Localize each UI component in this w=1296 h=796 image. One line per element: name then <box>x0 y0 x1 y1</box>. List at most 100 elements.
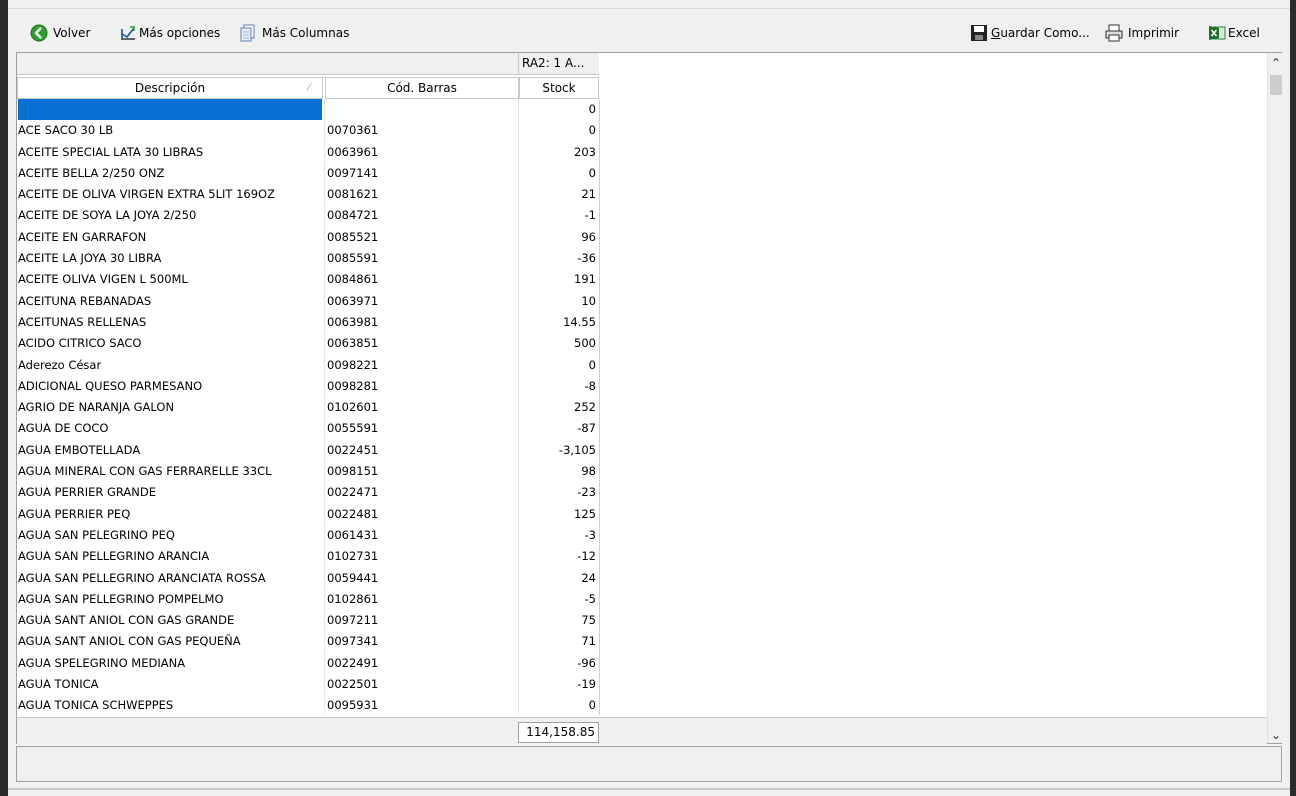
cell-cod-barras[interactable]: 0063851 <box>327 333 517 354</box>
table-row[interactable]: AGUA TONICA SCHWEPPES 0095931 0 <box>17 695 599 716</box>
cell-cod-barras[interactable]: 0055591 <box>327 418 517 439</box>
table-row[interactable]: AGUA SAN PELLEGRINO POMPELMO 0102861 -5 <box>17 589 599 610</box>
cell-cod-barras[interactable]: 0098281 <box>327 376 517 397</box>
cell-stock[interactable]: 0 <box>522 695 598 716</box>
table-row[interactable]: AGUA MINERAL CON GAS FERRARELLE 33CL 0098… <box>17 461 599 482</box>
table-row[interactable]: ACEITUNAS RELLENAS 0063981 14.55 <box>17 312 599 333</box>
cell-descripcion[interactable]: ADICIONAL QUESO PARMESANO <box>18 376 322 397</box>
table-row[interactable]: ACE SACO 30 LB 0070361 0 <box>17 120 599 141</box>
cell-descripcion[interactable]: AGUA SAN PELLEGRINO ARANCIA <box>18 546 322 567</box>
table-row[interactable]: AGUA SANT ANIOL CON GAS GRANDE 0097211 75 <box>17 610 599 631</box>
cell-cod-barras[interactable] <box>327 99 517 120</box>
cell-descripcion[interactable]: AGUA MINERAL CON GAS FERRARELLE 33CL <box>18 461 322 482</box>
cell-descripcion[interactable]: AGUA PERRIER PEQ <box>18 504 322 525</box>
cell-stock[interactable]: 10 <box>522 291 598 312</box>
cell-cod-barras[interactable]: 0022491 <box>327 653 517 674</box>
cell-descripcion[interactable]: AGUA SPELEGRINO MEDIANA <box>18 653 322 674</box>
cell-cod-barras[interactable]: 0059441 <box>327 568 517 589</box>
column-header-descripcion[interactable]: Descripción ⁄ <box>17 77 323 99</box>
cell-stock[interactable]: 24 <box>522 568 598 589</box>
cell-stock[interactable]: 252 <box>522 397 598 418</box>
volver-button[interactable]: Volver <box>30 22 90 44</box>
cell-descripcion[interactable]: ACIDO CITRICO SACO <box>18 333 322 354</box>
scroll-thumb[interactable] <box>1270 75 1282 95</box>
cell-cod-barras[interactable]: 0022471 <box>327 482 517 503</box>
cell-descripcion[interactable]: AGUA TONICA <box>18 674 322 695</box>
cell-cod-barras[interactable]: 0098151 <box>327 461 517 482</box>
cell-cod-barras[interactable]: 0063971 <box>327 291 517 312</box>
cell-stock[interactable]: -1 <box>522 205 598 226</box>
group-header-ra2[interactable]: RA2: 1 A... <box>518 53 599 75</box>
cell-cod-barras[interactable]: 0063961 <box>327 142 517 163</box>
table-row[interactable]: AGUA SAN PELLEGRINO ARANCIATA ROSSA 00594… <box>17 568 599 589</box>
cell-descripcion[interactable]: ACEITE BELLA 2/250 ONZ <box>18 163 322 184</box>
cell-descripcion[interactable]: AGUA DE COCO <box>18 418 322 439</box>
table-row[interactable]: AGUA SPELEGRINO MEDIANA 0022491 -96 <box>17 653 599 674</box>
table-row[interactable]: AGUA SAN PELEGRINO PEQ 0061431 -3 <box>17 525 599 546</box>
cell-stock[interactable]: 203 <box>522 142 598 163</box>
cell-descripcion[interactable]: AGUA PERRIER GRANDE <box>18 482 322 503</box>
table-row[interactable]: ACEITUNA REBANADAS 0063971 10 <box>17 291 599 312</box>
scroll-up-icon[interactable]: ⌃ <box>1268 55 1284 71</box>
cell-cod-barras[interactable]: 0022481 <box>327 504 517 525</box>
cell-cod-barras[interactable]: 0070361 <box>327 120 517 141</box>
table-row[interactable]: ADICIONAL QUESO PARMESANO 0098281 -8 <box>17 376 599 397</box>
table-row[interactable]: AGUA EMBOTELLADA 0022451 -3,105 <box>17 440 599 461</box>
cell-cod-barras[interactable]: 0097211 <box>327 610 517 631</box>
cell-cod-barras[interactable]: 0095931 <box>327 695 517 716</box>
cell-descripcion[interactable]: AGUA SANT ANIOL CON GAS GRANDE <box>18 610 322 631</box>
scroll-down-icon[interactable]: ⌄ <box>1268 727 1284 743</box>
cell-stock[interactable]: -19 <box>522 674 598 695</box>
cell-descripcion[interactable] <box>18 99 322 121</box>
cell-cod-barras[interactable]: 0102861 <box>327 589 517 610</box>
cell-stock[interactable]: 71 <box>522 631 598 652</box>
cell-cod-barras[interactable]: 0084721 <box>327 205 517 226</box>
cell-descripcion[interactable]: AGUA SAN PELLEGRINO POMPELMO <box>18 589 322 610</box>
cell-descripcion[interactable]: ACEITE OLIVA VIGEN L 500ML <box>18 269 322 290</box>
cell-stock[interactable]: -12 <box>522 546 598 567</box>
cell-cod-barras[interactable]: 0081621 <box>327 184 517 205</box>
cell-stock[interactable]: 0 <box>522 163 598 184</box>
cell-stock[interactable]: 125 <box>522 504 598 525</box>
table-row[interactable]: ACIDO CITRICO SACO 0063851 500 <box>17 333 599 354</box>
table-row[interactable]: AGUA SANT ANIOL CON GAS PEQUEÑA 0097341 71 <box>17 631 599 652</box>
cell-descripcion[interactable]: ACEITE DE SOYA LA JOYA 2/250 <box>18 205 322 226</box>
table-row[interactable]: AGUA TONICA 0022501 -19 <box>17 674 599 695</box>
cell-cod-barras[interactable]: 0085521 <box>327 227 517 248</box>
cell-descripcion[interactable]: ACEITE EN GARRAFON <box>18 227 322 248</box>
cell-cod-barras[interactable]: 0084861 <box>327 269 517 290</box>
cell-cod-barras[interactable]: 0097341 <box>327 631 517 652</box>
cell-stock[interactable]: 21 <box>522 184 598 205</box>
cell-descripcion[interactable]: ACEITUNAS RELLENAS <box>18 312 322 333</box>
cell-stock[interactable]: -87 <box>522 418 598 439</box>
mas-opciones-button[interactable]: Más opciones <box>119 22 220 44</box>
cell-descripcion[interactable]: AGUA SAN PELLEGRINO ARANCIATA ROSSA <box>18 568 322 589</box>
cell-stock[interactable]: -8 <box>522 376 598 397</box>
cell-stock[interactable]: 0 <box>522 120 598 141</box>
table-row[interactable]: ACEITE SPECIAL LATA 30 LIBRAS 0063961 203 <box>17 142 599 163</box>
cell-descripcion[interactable]: AGUA SANT ANIOL CON GAS PEQUEÑA <box>18 631 322 652</box>
cell-stock[interactable]: 0 <box>522 355 598 376</box>
cell-descripcion[interactable]: ACEITE LA JOYA 30 LIBRA <box>18 248 322 269</box>
column-header-stock[interactable]: Stock <box>519 77 599 99</box>
table-row[interactable]: AGUA PERRIER PEQ 0022481 125 <box>17 504 599 525</box>
cell-stock[interactable]: -96 <box>522 653 598 674</box>
table-row[interactable]: ACEITE DE OLIVA VIRGEN EXTRA 5LIT 169OZ 0… <box>17 184 599 205</box>
cell-cod-barras[interactable]: 0097141 <box>327 163 517 184</box>
cell-stock[interactable]: -36 <box>522 248 598 269</box>
cell-descripcion[interactable]: Aderezo César <box>18 355 322 376</box>
cell-descripcion[interactable]: ACEITE SPECIAL LATA 30 LIBRAS <box>18 142 322 163</box>
mas-columnas-button[interactable]: Más Columnas <box>239 22 349 44</box>
cell-descripcion[interactable]: ACEITUNA REBANADAS <box>18 291 322 312</box>
cell-stock[interactable]: -3 <box>522 525 598 546</box>
table-row[interactable]: AGUA SAN PELLEGRINO ARANCIA 0102731 -12 <box>17 546 599 567</box>
table-row[interactable]: AGRIO DE NARANJA GALON 0102601 252 <box>17 397 599 418</box>
cell-stock[interactable]: 191 <box>522 269 598 290</box>
table-row[interactable]: ACEITE LA JOYA 30 LIBRA 0085591 -36 <box>17 248 599 269</box>
table-row[interactable]: AGUA DE COCO 0055591 -87 <box>17 418 599 439</box>
table-row[interactable]: 0 <box>17 99 599 121</box>
table-row[interactable]: AGUA PERRIER GRANDE 0022471 -23 <box>17 482 599 503</box>
cell-cod-barras[interactable]: 0102601 <box>327 397 517 418</box>
table-row[interactable]: ACEITE OLIVA VIGEN L 500ML 0084861 191 <box>17 269 599 290</box>
cell-stock[interactable]: 96 <box>522 227 598 248</box>
